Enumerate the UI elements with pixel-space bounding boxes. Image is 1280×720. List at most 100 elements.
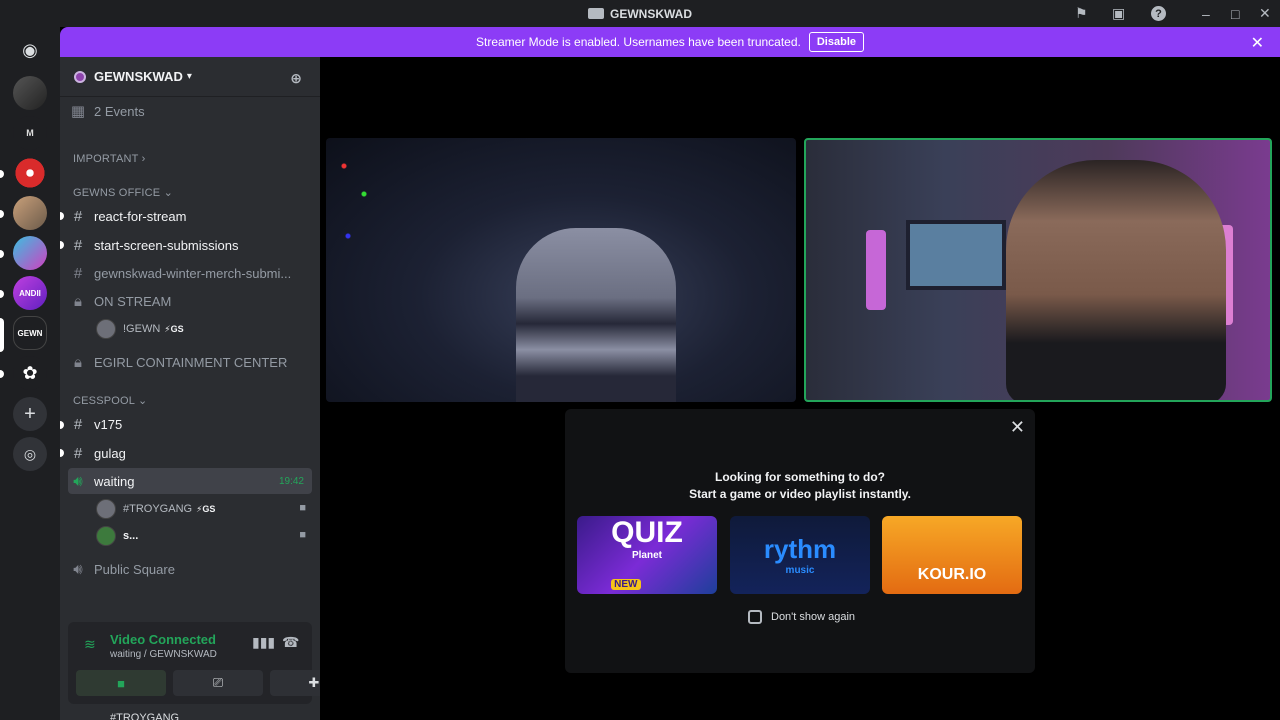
maximize-icon[interactable]: □ bbox=[1231, 0, 1239, 27]
unread-pill bbox=[0, 370, 4, 378]
hashtag-icon: # bbox=[73, 236, 83, 254]
server-icon-hearts[interactable] bbox=[13, 236, 47, 270]
voice-status[interactable]: Video Connected bbox=[110, 632, 216, 647]
signal-icon: ≋ bbox=[84, 636, 96, 652]
camera-icon: ■ bbox=[299, 502, 306, 514]
voice-user[interactable]: !GEWN ⚡GS bbox=[96, 319, 184, 339]
close-icon[interactable]: ✕ bbox=[1251, 33, 1264, 53]
channel-v175[interactable]: # v175 bbox=[68, 411, 312, 437]
events-label: 2 Events bbox=[94, 103, 145, 119]
call-timer: 19:42 bbox=[278, 475, 304, 487]
server-icon-text-logo[interactable]: M bbox=[13, 116, 47, 150]
server-icon-mushroom[interactable] bbox=[13, 156, 47, 190]
user-name: #TROYGANG bbox=[110, 712, 180, 720]
screen-share-button[interactable]: ⎚ bbox=[173, 670, 263, 696]
selected-server-pill bbox=[0, 318, 4, 352]
guild-icon bbox=[74, 70, 86, 83]
server-icon-gewnskwad[interactable]: GEWN bbox=[13, 316, 47, 350]
server-icon-avatar[interactable] bbox=[13, 196, 47, 230]
channel-egirl-containment[interactable]: 🔒︎ EGIRL CONTAINMENT CENTER bbox=[68, 349, 312, 375]
activity-card-quiz-planet[interactable]: QUIZ Planet NEW bbox=[577, 516, 717, 594]
minimize-icon[interactable]: – bbox=[1202, 0, 1210, 27]
video-tile-speaking[interactable] bbox=[804, 138, 1272, 402]
banner-message: Streamer Mode is enabled. Usernames have… bbox=[476, 35, 801, 49]
avatar bbox=[96, 319, 116, 339]
calendar-icon: ▦ bbox=[70, 103, 86, 120]
speaker-icon: 🔊︎ bbox=[73, 472, 83, 490]
voice-connection-panel: ≋ Video Connected waiting / GEWNSKWAD ▮▮… bbox=[68, 622, 358, 704]
category-gewns-office[interactable]: GEWNS OFFICE ⌄ bbox=[73, 186, 173, 199]
channel-public-square[interactable]: 🔊︎ Public Square bbox=[68, 556, 312, 582]
channel-sidebar: GEWNSKWAD ▾ ⊕ ▦ 2 Events IMPORTANT › GEW… bbox=[60, 57, 358, 720]
avatar bbox=[96, 526, 116, 546]
guild-header[interactable]: GEWNSKWAD ▾ ⊕ bbox=[60, 57, 320, 97]
channel-waiting[interactable]: 🔊︎ waiting 19:42 bbox=[68, 468, 312, 494]
dont-show-again-checkbox[interactable]: Don't show again bbox=[748, 610, 855, 624]
invite-icon[interactable]: ⊕ bbox=[290, 70, 302, 87]
hashtag-icon: # bbox=[73, 444, 83, 462]
unread-pill bbox=[0, 210, 4, 218]
category-important[interactable]: IMPORTANT › bbox=[73, 153, 146, 165]
gs-badge: ⚡GS bbox=[164, 323, 184, 334]
app-logo-icon bbox=[588, 8, 604, 19]
voice-location[interactable]: waiting / GEWNSKWAD bbox=[110, 649, 217, 660]
close-icon[interactable]: ✕ bbox=[1010, 417, 1025, 438]
activity-card-rythm[interactable]: rythm music bbox=[730, 516, 870, 594]
add-server-icon[interactable]: + bbox=[13, 397, 47, 431]
activities-icon: ✚ bbox=[308, 675, 320, 690]
server-icon-butterfly[interactable]: ✿ bbox=[13, 356, 47, 390]
string-lights bbox=[336, 138, 376, 278]
hashtag-icon: # bbox=[73, 264, 83, 282]
avatar bbox=[96, 499, 116, 519]
server-icon-car[interactable] bbox=[13, 76, 47, 110]
lock-icon: 🔒︎ bbox=[74, 353, 82, 371]
hashtag-icon: # bbox=[73, 207, 83, 225]
video-stage: ✕ Looking for something to do? Start a g… bbox=[320, 57, 1280, 720]
gs-badge: ⚡GS bbox=[196, 503, 216, 514]
unread-pill bbox=[0, 290, 4, 298]
unread-indicator bbox=[60, 241, 64, 249]
help-icon[interactable]: ? bbox=[1151, 0, 1166, 27]
channel-winter-merch[interactable]: # gewnskwad-winter-merch-submi... bbox=[68, 260, 312, 286]
activity-card-kour[interactable]: KOUR.IO bbox=[882, 516, 1022, 594]
lock-icon: 🔒︎ bbox=[74, 292, 82, 310]
chevron-down-icon: ▾ bbox=[186, 71, 192, 82]
monitor bbox=[906, 220, 1006, 290]
activity-suggestions-panel: ✕ Looking for something to do? Start a g… bbox=[565, 409, 1035, 673]
video-tile[interactable] bbox=[326, 138, 796, 402]
channel-gulag[interactable]: # gulag bbox=[68, 440, 312, 466]
camera-icon: ■ bbox=[117, 675, 125, 691]
camera-toggle-button[interactable]: ■ bbox=[76, 670, 166, 696]
screen-share-icon: ⎚ bbox=[212, 675, 224, 690]
checkbox-icon bbox=[748, 610, 762, 624]
explore-icon[interactable]: ◎ bbox=[13, 437, 47, 471]
hashtag-icon: # bbox=[73, 415, 83, 433]
inbox-icon[interactable]: ⚑ bbox=[1075, 0, 1088, 27]
screen-share-icon[interactable]: ▣ bbox=[1112, 0, 1125, 27]
server-rail: ◉ M ANDII GEWN ✿ + ◎ bbox=[0, 27, 60, 720]
disable-button[interactable]: Disable bbox=[808, 32, 864, 52]
streamer-mode-banner: Streamer Mode is enabled. Usernames have… bbox=[60, 27, 1280, 57]
channel-on-stream[interactable]: 🔒︎ ON STREAM bbox=[68, 288, 312, 314]
events-row[interactable]: ▦ 2 Events bbox=[68, 98, 312, 124]
window-title: GEWNSKWAD bbox=[588, 7, 692, 21]
unread-pill bbox=[0, 170, 4, 178]
channel-start-screen-submissions[interactable]: # start-screen-submissions bbox=[68, 232, 312, 258]
channel-react-for-stream[interactable]: # react-for-stream bbox=[68, 203, 312, 229]
category-cesspool[interactable]: CESSPOOL ⌄ bbox=[73, 394, 147, 407]
activity-subheading: Start a game or video playlist instantly… bbox=[689, 487, 911, 501]
voice-user[interactable]: #TROYGANG ⚡GS bbox=[96, 499, 215, 519]
discord-home-icon[interactable]: ◉ bbox=[13, 33, 47, 67]
voice-user[interactable]: s... bbox=[96, 526, 138, 546]
noise-suppression-icon[interactable]: ▮▮▮ bbox=[252, 634, 275, 651]
user-bar[interactable]: #TROYGANG bbox=[60, 712, 320, 720]
unread-pill bbox=[0, 250, 4, 258]
window-title-text: GEWNSKWAD bbox=[610, 6, 692, 21]
speaker-icon: 🔊︎ bbox=[73, 560, 83, 578]
server-icon-andii[interactable]: ANDII bbox=[13, 276, 47, 310]
activity-heading: Looking for something to do? bbox=[715, 470, 885, 484]
person-silhouette bbox=[516, 228, 676, 402]
disconnect-icon[interactable]: ☎ bbox=[282, 634, 299, 651]
lamp-left bbox=[866, 230, 886, 310]
close-window-icon[interactable]: ✕ bbox=[1259, 0, 1271, 27]
